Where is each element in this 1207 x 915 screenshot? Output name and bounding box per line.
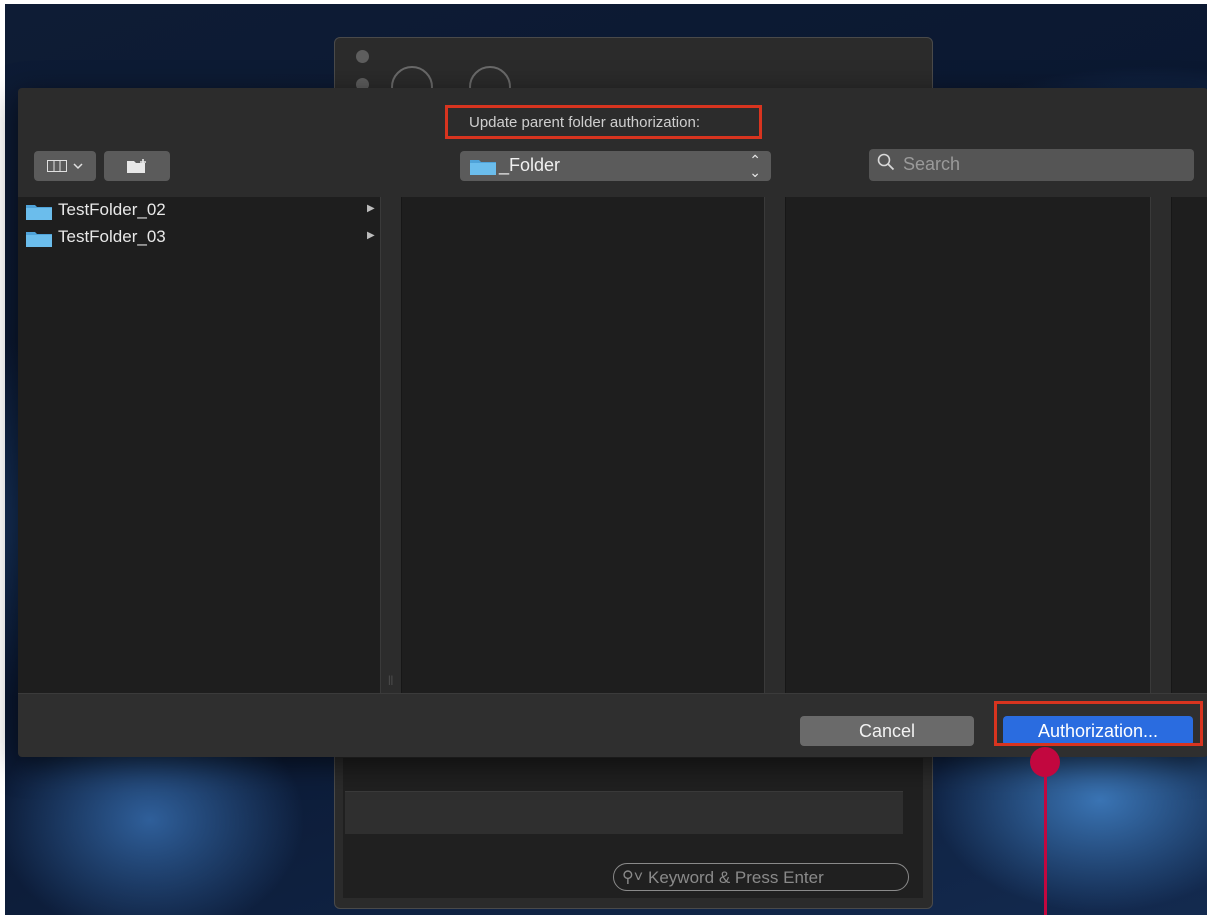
- keyword-search-placeholder: Keyword & Press Enter: [648, 868, 824, 887]
- frame-left: [0, 0, 5, 915]
- up-down-arrows-icon: ⌃ ⌄: [749, 152, 761, 180]
- search-input[interactable]: Search: [869, 149, 1194, 181]
- disclosure-arrow-icon: ▶: [367, 230, 375, 241]
- browser-column-3: [786, 197, 1150, 693]
- folder-icon: [26, 205, 52, 220]
- authorization-highlight-box: [994, 701, 1203, 746]
- new-folder-icon: [127, 159, 146, 173]
- cancel-button[interactable]: Cancel: [800, 716, 974, 746]
- callout-line: [1044, 770, 1047, 915]
- window-dot: [356, 50, 369, 63]
- folder-icon: [26, 232, 52, 247]
- path-popup-button[interactable]: _Folder ⌃ ⌄: [460, 151, 771, 181]
- search-icon: ⚲˅: [622, 869, 644, 886]
- browser-column-2: [402, 197, 764, 693]
- keyword-search-field[interactable]: ⚲˅ Keyword & Press Enter: [613, 863, 909, 891]
- folder-icon: [470, 160, 496, 175]
- chevron-down-icon: [73, 163, 83, 170]
- column-resize-handle[interactable]: [1150, 197, 1172, 693]
- column-browser: TestFolder_02 ▶ TestFolder_03 ▶ ||: [18, 197, 1207, 693]
- frame-top: [0, 0, 1207, 4]
- list-item[interactable]: TestFolder_03 ▶: [18, 224, 380, 250]
- column-grip-icon: ||: [388, 675, 394, 686]
- path-popup-label: _Folder: [499, 155, 561, 175]
- list-item[interactable]: TestFolder_02 ▶: [18, 197, 380, 223]
- browser-column-1: TestFolder_02 ▶ TestFolder_03 ▶: [18, 197, 380, 693]
- browser-column-4: [1172, 197, 1207, 693]
- new-folder-button[interactable]: [104, 151, 170, 181]
- callout-marker: [1030, 747, 1060, 777]
- search-placeholder: Search: [903, 154, 961, 174]
- folder-name: TestFolder_03: [58, 227, 166, 246]
- folder-name: TestFolder_02: [58, 200, 166, 219]
- search-icon: [877, 153, 895, 176]
- background-row: [345, 791, 903, 834]
- view-mode-button[interactable]: [34, 151, 96, 181]
- columns-view-icon: [47, 160, 67, 172]
- column-resize-handle[interactable]: [380, 197, 402, 693]
- title-highlight-box: [445, 105, 762, 139]
- column-resize-handle[interactable]: [764, 197, 786, 693]
- disclosure-arrow-icon: ▶: [367, 203, 375, 214]
- authorization-sheet: Update parent folder authorization: _Fol…: [18, 88, 1207, 757]
